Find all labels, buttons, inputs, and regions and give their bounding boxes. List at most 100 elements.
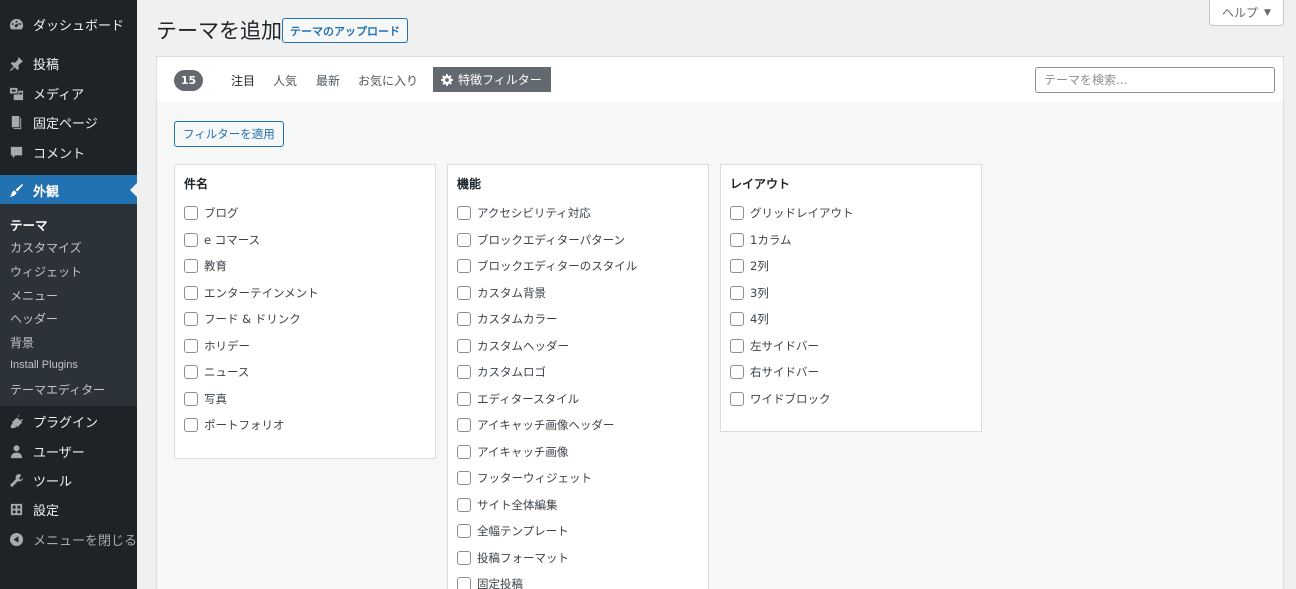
filter-checkbox[interactable] <box>184 285 198 300</box>
filter-option[interactable]: アイキャッチ画像ヘッダー <box>457 417 614 433</box>
apply-filter-button[interactable]: フィルターを適用 <box>174 121 284 147</box>
filter-checkbox[interactable] <box>184 312 198 326</box>
filter-option-label: 全幅テンプレート <box>477 524 569 538</box>
filter-option[interactable]: エンターテインメント <box>184 285 319 301</box>
brush-icon <box>8 182 24 198</box>
filter-link-featured[interactable]: 注目 <box>231 72 255 89</box>
filter-option[interactable]: 教育 <box>184 258 227 274</box>
filter-option[interactable]: アイキャッチ画像 <box>457 444 568 460</box>
filter-option[interactable]: 3列 <box>730 285 769 301</box>
menu-label: プラグイン <box>33 415 99 431</box>
theme-search-input[interactable] <box>1035 67 1275 93</box>
filter-checkbox[interactable] <box>730 312 744 326</box>
filter-option[interactable]: グリッドレイアウト <box>730 205 854 221</box>
filter-checkbox[interactable] <box>457 524 471 538</box>
filter-option[interactable]: カスタムヘッダー <box>457 338 569 354</box>
filter-option[interactable]: カスタムロゴ <box>457 364 546 380</box>
filter-link-popular[interactable]: 人気 <box>273 72 297 89</box>
filter-option[interactable]: 写真 <box>184 391 227 407</box>
filter-option[interactable]: フード & ドリンク <box>184 311 301 327</box>
filter-checkbox[interactable] <box>457 391 471 406</box>
filter-option[interactable]: ニュース <box>184 364 249 380</box>
submenu-header[interactable]: ヘッダー <box>10 310 58 327</box>
filter-checkbox[interactable] <box>730 232 744 247</box>
filter-group-subject: 件名 ブログ e コマース 教育 エンターテインメント フード & ドリンク ホリデー ニュ… <box>174 164 436 459</box>
filter-option[interactable]: アクセシビリティ対応 <box>457 205 591 221</box>
filter-checkbox[interactable] <box>184 418 198 432</box>
filter-option[interactable]: ブロックエディターパターン <box>457 232 625 248</box>
menu-label: メニューを閉じる <box>33 533 138 549</box>
filter-option[interactable]: フッターウィジェット <box>457 470 592 486</box>
filter-checkbox[interactable] <box>457 338 471 353</box>
filter-option[interactable]: ブログ <box>184 205 239 221</box>
filter-option[interactable]: 全幅テンプレート <box>457 523 569 539</box>
filter-option[interactable]: 投稿フォーマット <box>457 550 569 566</box>
filter-checkbox[interactable] <box>457 577 471 589</box>
filter-link-latest[interactable]: 最新 <box>316 72 340 89</box>
collapse-menu-button[interactable]: メニューを閉じる <box>0 524 137 554</box>
filter-checkbox[interactable] <box>730 365 744 379</box>
filter-checkbox[interactable] <box>730 259 744 273</box>
filter-option[interactable]: 左サイドバー <box>730 338 819 354</box>
filter-checkbox[interactable] <box>184 338 198 353</box>
filter-option[interactable]: カスタム背景 <box>457 285 546 301</box>
filter-checkbox[interactable] <box>730 391 744 406</box>
filter-option[interactable]: 1カラム <box>730 232 791 248</box>
filter-option[interactable]: ポートフォリオ <box>184 417 285 433</box>
filter-checkbox[interactable] <box>184 259 198 273</box>
filter-checkbox[interactable] <box>457 365 471 379</box>
menu-item-users[interactable]: ユーザー <box>0 436 137 466</box>
help-tab-button[interactable]: ヘルプ ▼ <box>1209 0 1284 26</box>
filter-checkbox[interactable] <box>184 391 198 406</box>
menu-item-dashboard[interactable]: ダッシュボード <box>0 9 137 39</box>
filter-checkbox[interactable] <box>184 232 198 247</box>
filter-link-favorites[interactable]: お気に入り <box>358 72 418 89</box>
submenu-widgets[interactable]: ウィジェット <box>10 263 82 280</box>
filter-option[interactable]: サイト全体編集 <box>457 497 558 513</box>
menu-item-plugins[interactable]: プラグイン <box>0 406 137 436</box>
filter-checkbox[interactable] <box>457 444 471 459</box>
filter-checkbox[interactable] <box>457 232 471 247</box>
menu-item-tools[interactable]: ツール <box>0 465 137 495</box>
filter-checkbox[interactable] <box>457 285 471 300</box>
filter-checkbox[interactable] <box>184 365 198 379</box>
filter-option[interactable]: ワイドブロック <box>730 391 831 407</box>
filter-option[interactable]: 固定投稿 <box>457 576 523 589</box>
filter-option[interactable]: e コマース <box>184 232 260 248</box>
menu-item-settings[interactable]: 設定 <box>0 494 137 524</box>
filter-option[interactable]: 2列 <box>730 258 769 274</box>
filter-checkbox[interactable] <box>457 259 471 273</box>
menu-item-posts[interactable]: 投稿 <box>0 48 137 78</box>
menu-item-appearance[interactable]: 外観 <box>0 175 137 205</box>
filter-checkbox[interactable] <box>457 206 471 220</box>
filter-option[interactable]: ホリデー <box>184 338 250 354</box>
submenu-themes[interactable]: テーマ <box>10 215 48 234</box>
filter-checkbox[interactable] <box>730 206 744 220</box>
filter-option[interactable]: 4列 <box>730 311 769 327</box>
filter-checkbox[interactable] <box>730 338 744 353</box>
filter-option[interactable]: カスタムカラー <box>457 311 558 327</box>
submenu-customize[interactable]: カスタマイズ <box>10 239 82 256</box>
filter-checkbox[interactable] <box>457 497 471 512</box>
filter-checkbox[interactable] <box>457 418 471 432</box>
submenu-theme-editor[interactable]: テーマエディター <box>10 381 105 398</box>
filter-checkbox[interactable] <box>457 471 471 485</box>
filter-option[interactable]: 右サイドバー <box>730 364 819 380</box>
feature-filter-button[interactable]: 特徴フィルター <box>433 67 551 92</box>
menu-item-pages[interactable]: 固定ページ <box>0 107 137 137</box>
filter-checkbox[interactable] <box>184 206 198 220</box>
filter-checkbox[interactable] <box>457 550 471 565</box>
filter-option-label: 1カラム <box>750 232 792 247</box>
filter-option-label: グリッドレイアウト <box>750 206 854 220</box>
filter-checkbox[interactable] <box>730 285 744 300</box>
menu-item-comments[interactable]: コメント <box>0 137 137 167</box>
filter-option[interactable]: ブロックエディターのスタイル <box>457 258 637 274</box>
filter-option[interactable]: エディタースタイル <box>457 391 579 407</box>
menu-item-media[interactable]: メディア <box>0 78 137 108</box>
filter-checkbox[interactable] <box>457 312 471 326</box>
upload-theme-button[interactable]: テーマのアップロード <box>282 18 408 43</box>
filter-group-features: 機能 アクセシビリティ対応 ブロックエディターパターン ブロックエディターのスタイル… <box>447 164 709 589</box>
submenu-install-plugins[interactable]: Install Plugins <box>10 359 78 371</box>
submenu-menus[interactable]: メニュー <box>10 287 58 304</box>
submenu-background[interactable]: 背景 <box>10 334 34 351</box>
